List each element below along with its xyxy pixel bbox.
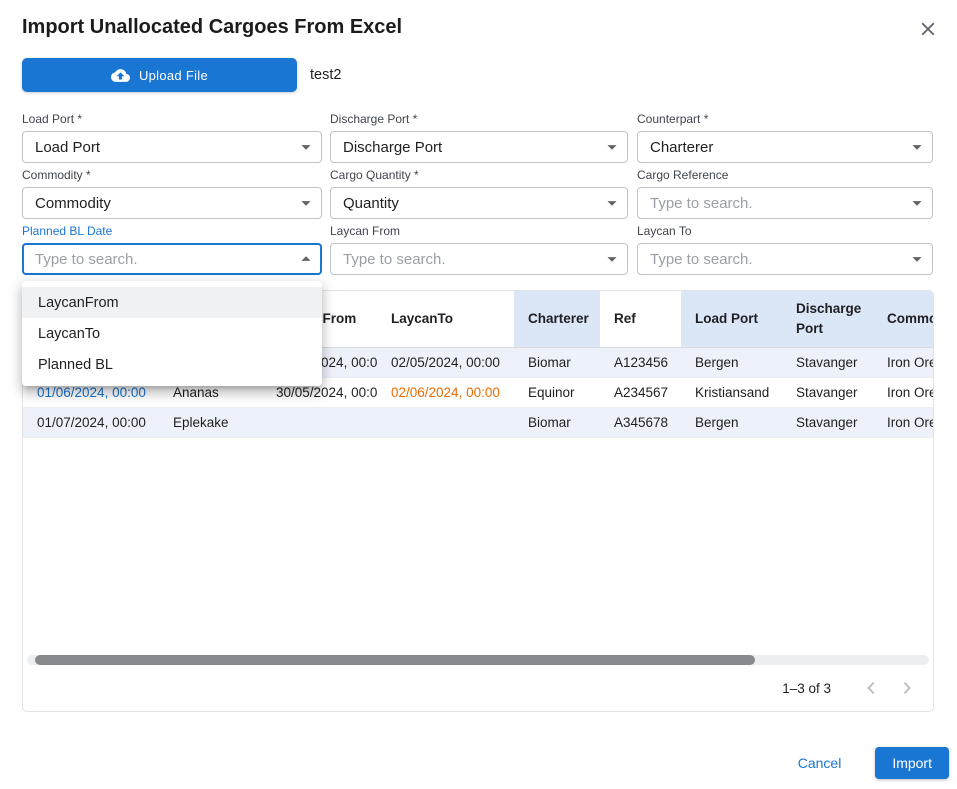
cloud-upload-icon bbox=[111, 66, 130, 85]
horizontal-scrollbar-thumb[interactable] bbox=[35, 655, 755, 665]
close-icon bbox=[917, 18, 939, 40]
field-label-laycan-to: Laycan To bbox=[637, 224, 933, 238]
cell: Stavanger bbox=[782, 407, 873, 437]
field-load-port: Load Port * bbox=[22, 112, 322, 163]
laycan-from-input[interactable] bbox=[330, 243, 628, 275]
cargo-quantity-select[interactable] bbox=[330, 187, 628, 219]
field-label-laycan-from: Laycan From bbox=[330, 224, 628, 238]
cell: A345678 bbox=[600, 407, 681, 437]
planned-bl-date-input[interactable] bbox=[22, 243, 322, 275]
field-label-counterpart: Counterpart * bbox=[637, 112, 933, 126]
cell: Biomar bbox=[514, 407, 600, 437]
field-label-load-port: Load Port * bbox=[22, 112, 322, 126]
cell: Iron Ore bbox=[873, 407, 933, 437]
cell: Iron Ore bbox=[873, 347, 933, 377]
field-label-discharge-port: Discharge Port * bbox=[330, 112, 628, 126]
field-label-cargo-quantity: Cargo Quantity * bbox=[330, 168, 628, 182]
cell bbox=[262, 407, 377, 437]
laycan-to-input[interactable] bbox=[637, 243, 933, 275]
chevron-left-icon bbox=[859, 676, 883, 700]
field-label-commodity: Commodity * bbox=[22, 168, 322, 182]
popup-option-planned-bl[interactable]: Planned BL bbox=[22, 349, 322, 380]
cargo-reference-input[interactable] bbox=[637, 187, 933, 219]
field-discharge-port: Discharge Port * bbox=[330, 112, 628, 163]
upload-file-button[interactable]: Upload File bbox=[22, 58, 297, 92]
field-cargo-reference: Cargo Reference bbox=[637, 168, 933, 219]
cell: 02/06/2024, 00:00 bbox=[377, 377, 514, 407]
cell: Kristiansand bbox=[681, 377, 782, 407]
cell: 02/05/2024, 00:00 bbox=[377, 347, 514, 377]
commodity-select[interactable] bbox=[22, 187, 322, 219]
column-header-ref[interactable]: Ref bbox=[600, 291, 681, 347]
column-header-charterer[interactable]: Charterer bbox=[514, 291, 600, 347]
cell: Bergen bbox=[681, 347, 782, 377]
popup-option-laycanto[interactable]: LaycanTo bbox=[22, 318, 322, 349]
cell: Equinor bbox=[514, 377, 600, 407]
field-counterpart: Counterpart * bbox=[637, 112, 933, 163]
cell: Stavanger bbox=[782, 377, 873, 407]
column-header-load-port[interactable]: Load Port bbox=[681, 291, 782, 347]
previous-page-button[interactable] bbox=[853, 670, 889, 706]
table-pagination: 1–3 of 3 bbox=[23, 665, 933, 711]
upload-button-label: Upload File bbox=[139, 68, 208, 83]
pagination-range: 1–3 of 3 bbox=[782, 681, 831, 696]
cell: A234567 bbox=[600, 377, 681, 407]
cell: Stavanger bbox=[782, 347, 873, 377]
chevron-right-icon bbox=[895, 676, 919, 700]
load-port-select[interactable] bbox=[22, 131, 322, 163]
field-planned-bl-date: Planned BL Date bbox=[22, 224, 322, 275]
cell bbox=[377, 407, 514, 437]
cancel-button[interactable]: Cancel bbox=[790, 749, 850, 777]
field-laycan-to: Laycan To bbox=[637, 224, 933, 275]
import-button[interactable]: Import bbox=[875, 747, 949, 779]
table-row: 01/07/2024, 00:00 Eplekake Biomar A34567… bbox=[23, 407, 933, 437]
counterpart-select[interactable] bbox=[637, 131, 933, 163]
column-header-laycanto[interactable]: LaycanTo bbox=[377, 291, 514, 347]
cell: Bergen bbox=[681, 407, 782, 437]
field-laycan-from: Laycan From bbox=[330, 224, 628, 275]
cell: A123456 bbox=[600, 347, 681, 377]
field-label-planned-bl-date: Planned BL Date bbox=[22, 224, 322, 238]
dialog-title: Import Unallocated Cargoes From Excel bbox=[22, 16, 402, 39]
field-commodity: Commodity * bbox=[22, 168, 322, 219]
popup-option-laycanfrom[interactable]: LaycanFrom bbox=[22, 287, 322, 318]
close-button[interactable] bbox=[915, 16, 941, 42]
column-header-commodity[interactable]: Commodity bbox=[873, 291, 933, 347]
next-page-button[interactable] bbox=[889, 670, 925, 706]
cell: Biomar bbox=[514, 347, 600, 377]
field-label-cargo-reference: Cargo Reference bbox=[637, 168, 933, 182]
uploaded-filename: test2 bbox=[310, 58, 341, 92]
discharge-port-select[interactable] bbox=[330, 131, 628, 163]
cell: 01/07/2024, 00:00 bbox=[23, 407, 159, 437]
dialog-actions: Cancel Import bbox=[790, 747, 949, 779]
autocomplete-popup: LaycanFrom LaycanTo Planned BL bbox=[22, 281, 322, 386]
cell: Eplekake bbox=[159, 407, 262, 437]
field-cargo-quantity: Cargo Quantity * bbox=[330, 168, 628, 219]
horizontal-scrollbar bbox=[27, 655, 929, 665]
cell: Iron Ore bbox=[873, 377, 933, 407]
column-header-discharge-port[interactable]: Discharge Port bbox=[782, 291, 873, 347]
